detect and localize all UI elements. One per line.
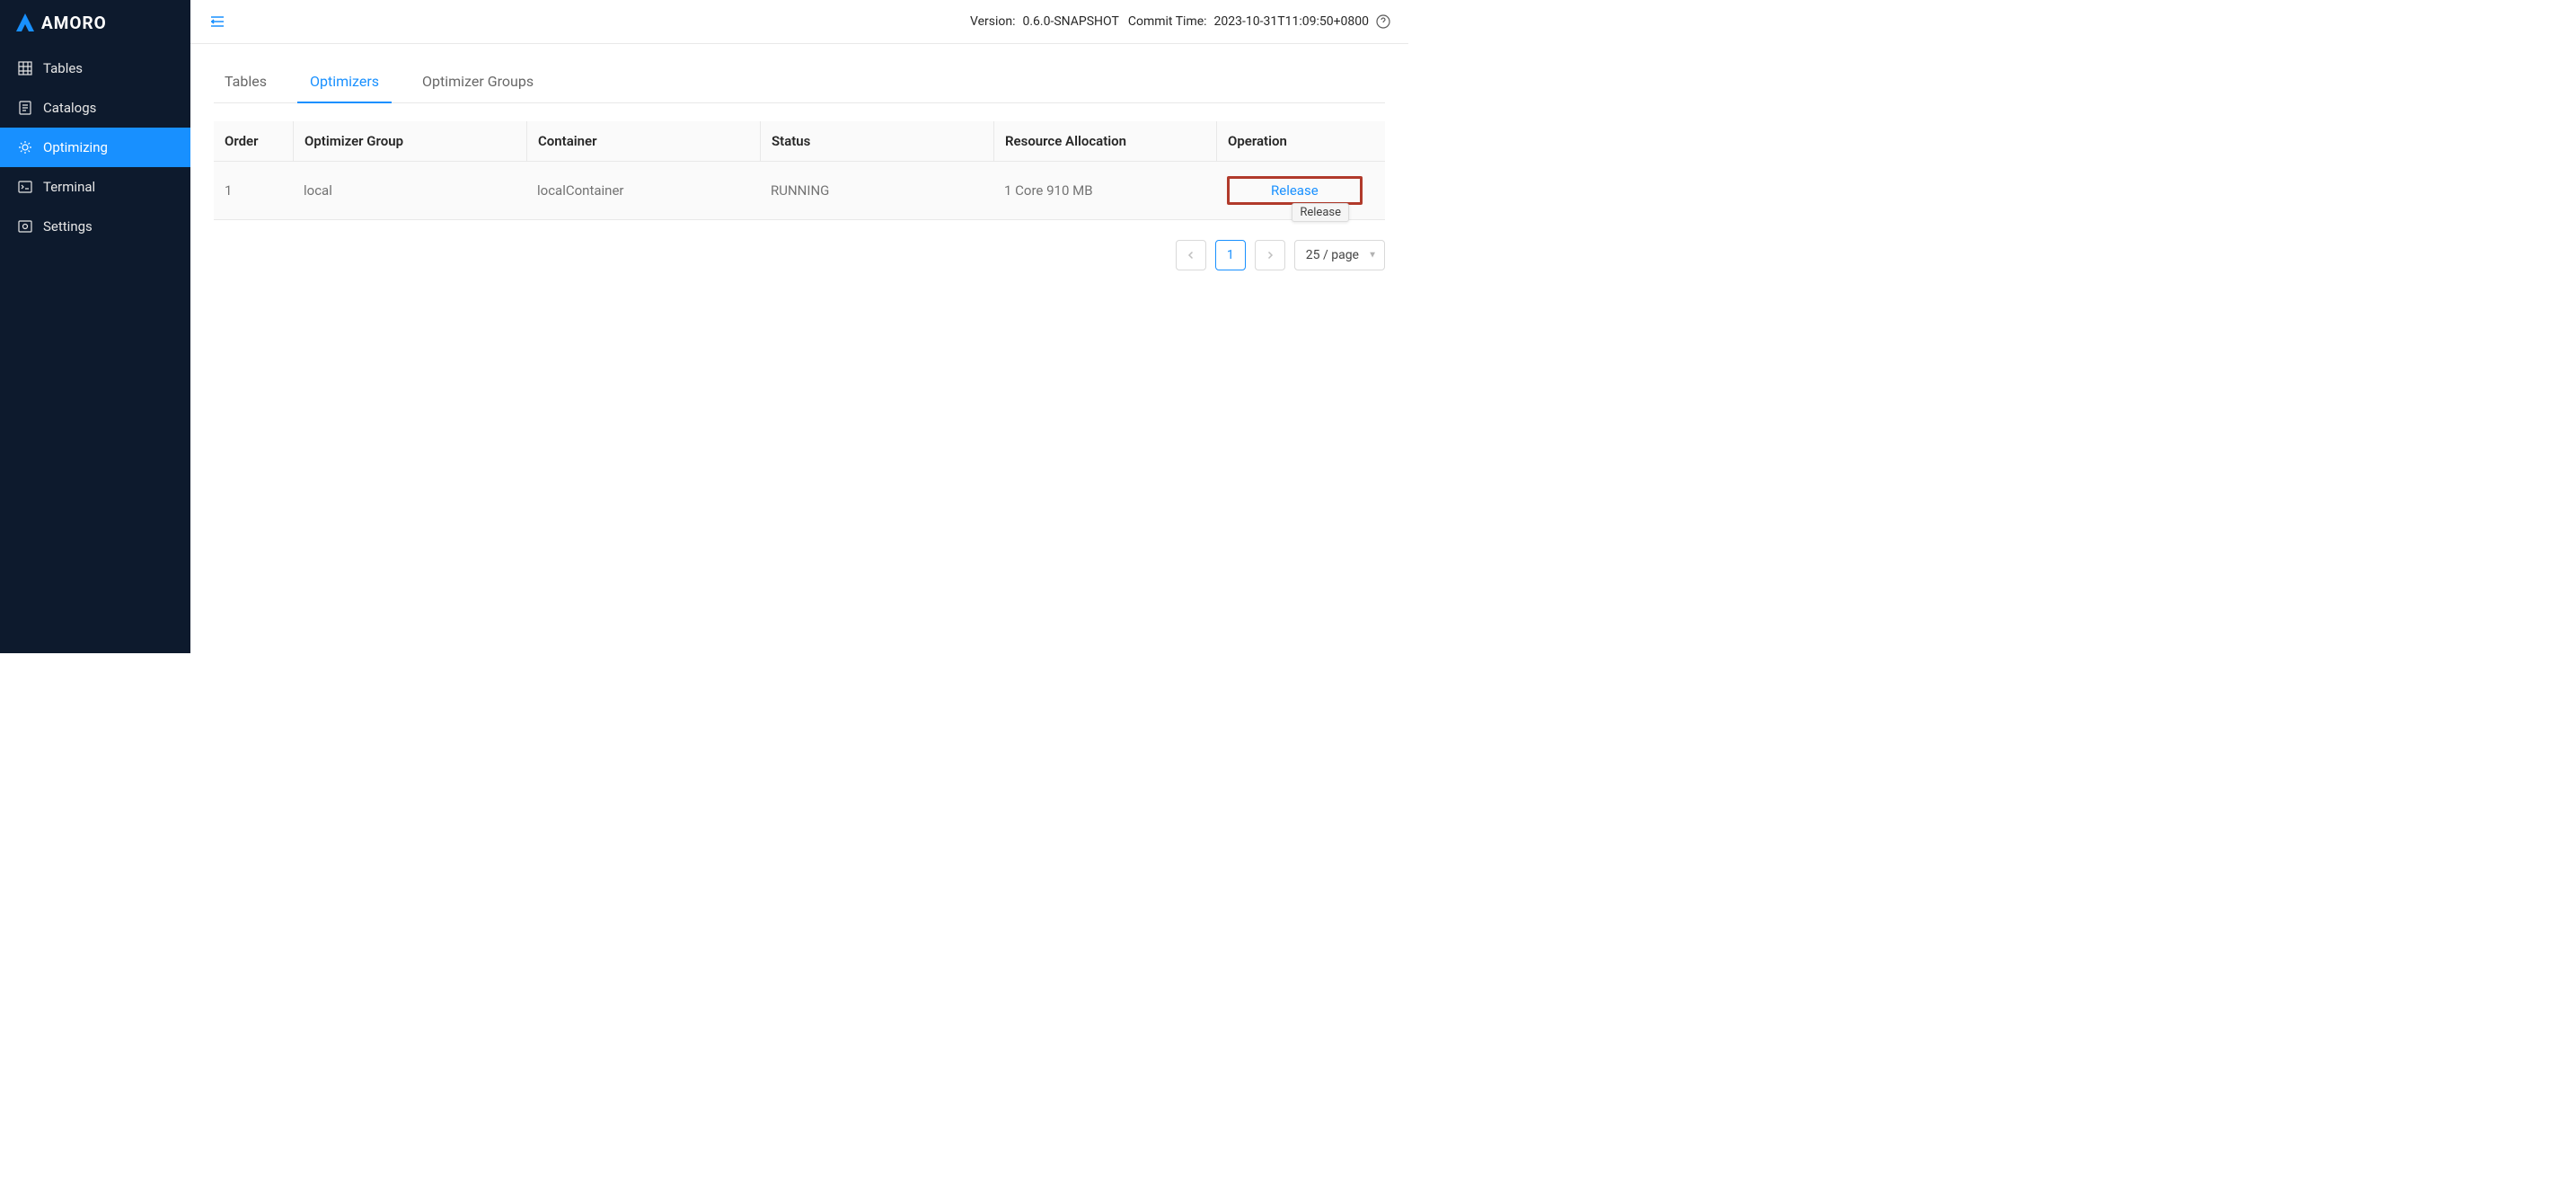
sidebar-item-terminal[interactable]: Terminal (0, 167, 190, 207)
column-header-operation: Operation (1216, 121, 1385, 162)
commit-label: Commit Time: (1128, 14, 1207, 29)
table-row: 1 local localContainer RUNNING 1 Core 91… (214, 162, 1385, 220)
settings-icon (18, 219, 32, 234)
sidebar-item-label: Terminal (43, 179, 95, 195)
grid-icon (18, 61, 32, 75)
release-tooltip: Release (1292, 203, 1349, 222)
optimize-icon (18, 140, 32, 155)
help-icon[interactable] (1376, 14, 1390, 29)
sidebar-item-catalogs[interactable]: Catalogs (0, 88, 190, 128)
sidebar-item-optimizing[interactable]: Optimizing (0, 128, 190, 167)
collapse-sidebar-button[interactable] (208, 13, 226, 31)
terminal-icon (18, 180, 32, 194)
cell-order: 1 (214, 162, 293, 220)
pagination-prev-button[interactable] (1176, 240, 1206, 270)
column-header-group: Optimizer Group (293, 121, 526, 162)
logo: AMORO (0, 0, 190, 45)
column-header-order: Order (214, 121, 293, 162)
cell-resource: 1 Core 910 MB (993, 162, 1216, 220)
version-label: Version: (970, 14, 1016, 29)
cell-group: local (293, 162, 526, 220)
release-button[interactable]: Release (1230, 179, 1360, 202)
pagination-page-1[interactable]: 1 (1215, 240, 1246, 270)
column-header-container: Container (526, 121, 760, 162)
pagination-page-size-select[interactable]: 25 / page ▼ (1294, 240, 1385, 270)
tab-optimizers[interactable]: Optimizers (310, 62, 379, 102)
sidebar-item-label: Settings (43, 218, 93, 235)
tab-optimizer-groups[interactable]: Optimizer Groups (422, 62, 534, 102)
sidebar-item-settings[interactable]: Settings (0, 207, 190, 246)
optimizers-table: Order Optimizer Group Container Status R… (214, 121, 1385, 220)
logo-text: AMORO (41, 13, 107, 33)
sidebar-item-label: Catalogs (43, 100, 96, 116)
pagination: 1 25 / page ▼ (214, 240, 1385, 270)
main: Version: 0.6.0-SNAPSHOT Commit Time: 202… (190, 0, 1408, 653)
sidebar-item-label: Optimizing (43, 139, 108, 155)
file-icon (18, 101, 32, 115)
version-value: 0.6.0-SNAPSHOT (1023, 14, 1119, 29)
topbar: Version: 0.6.0-SNAPSHOT Commit Time: 202… (190, 0, 1408, 44)
cell-status: RUNNING (760, 162, 993, 220)
cell-container: localContainer (526, 162, 760, 220)
tab-tables[interactable]: Tables (225, 62, 267, 102)
logo-icon (14, 12, 36, 33)
release-highlight: Release (1227, 176, 1363, 205)
pagination-page-size-label: 25 / page (1306, 248, 1359, 262)
sidebar: AMORO Tables Catalogs Optimizing (0, 0, 190, 653)
pagination-next-button[interactable] (1255, 240, 1285, 270)
chevron-down-icon: ▼ (1368, 251, 1377, 261)
column-header-resource: Resource Allocation (993, 121, 1216, 162)
column-header-status: Status (760, 121, 993, 162)
tabs: Tables Optimizers Optimizer Groups (214, 62, 1385, 103)
sidebar-item-label: Tables (43, 60, 83, 76)
commit-value: 2023-10-31T11:09:50+0800 (1214, 14, 1369, 29)
sidebar-item-tables[interactable]: Tables (0, 49, 190, 88)
cell-operation: Release Release (1216, 162, 1385, 220)
